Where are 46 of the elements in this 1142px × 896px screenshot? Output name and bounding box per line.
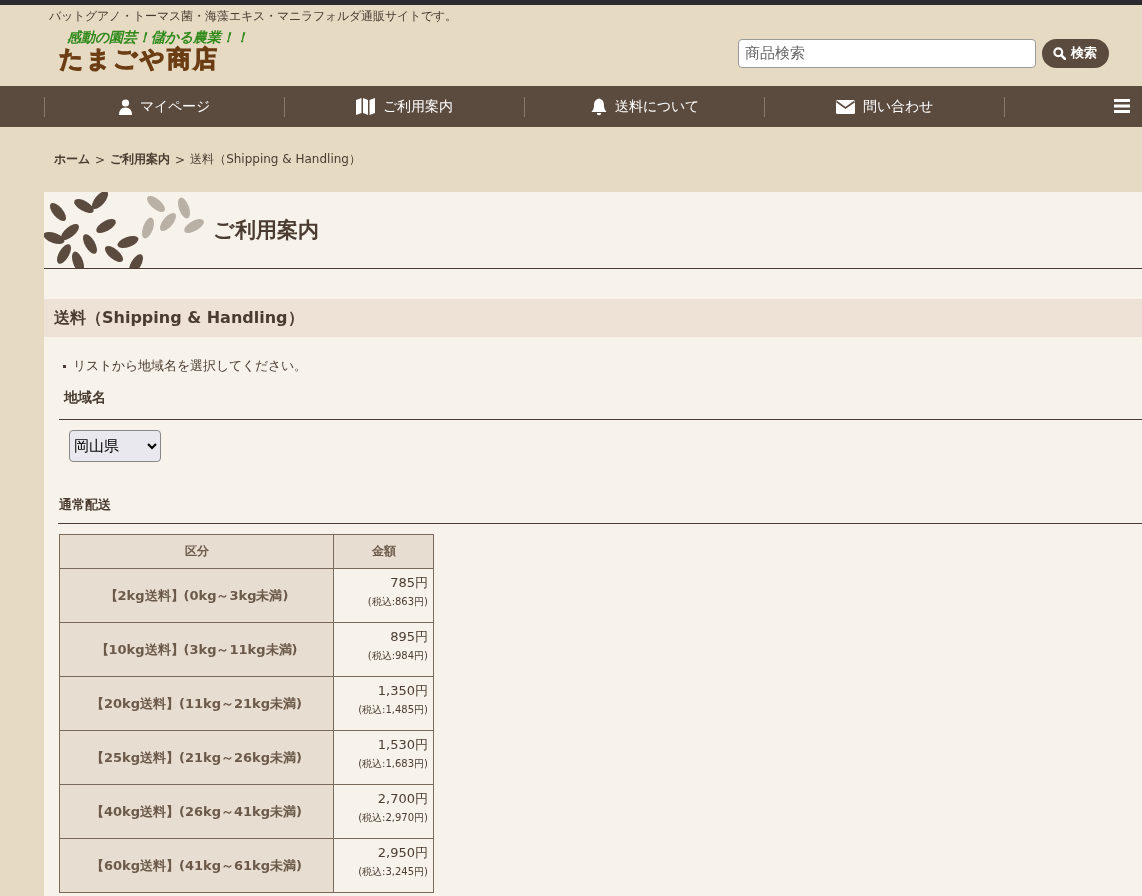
table-cell: 【2kg送料】(0kg～3kg未満) (59, 568, 334, 623)
section-title: 送料（Shipping & Handling） (44, 299, 1142, 337)
nav-link[interactable]: 問い合わせ (764, 96, 1004, 117)
map-icon (356, 98, 375, 115)
bullet-icon (63, 364, 66, 368)
nav-link[interactable]: 送料について (524, 96, 764, 117)
tax-included-text: (税込:863円) (366, 595, 428, 609)
price-text: 785円 (389, 574, 428, 592)
bell-icon (590, 97, 607, 116)
instruction-text: リストから地域名を選択してください。 (73, 357, 307, 375)
price-text: 2,950円 (376, 844, 428, 862)
search-button[interactable]: 検索 (1042, 38, 1109, 68)
table-cell: 【20kg送料】(11kg～21kg未満) (59, 676, 334, 731)
region-select[interactable]: 岡山県 (69, 430, 161, 462)
search-field[interactable]: 商品検索 (738, 38, 1036, 68)
nav-link[interactable]: ご利用案内 (284, 96, 524, 117)
price-text: 2,700円 (376, 790, 428, 808)
tax-included-text: (税込:984円) (366, 649, 428, 663)
column-header: 区分 (59, 534, 334, 569)
breadcrumb-link[interactable]: ご利用案内 (110, 151, 171, 168)
price-text: 1,350円 (376, 682, 428, 700)
nav-link[interactable]: マイページ (44, 96, 284, 117)
tax-included-text: (税込:3,245円) (357, 865, 428, 879)
breadcrumb-separator: > (95, 152, 106, 167)
region-label: 地域名 (59, 385, 1142, 420)
breadcrumb-current: 送料（Shipping & Handling） (190, 151, 361, 168)
table-cell: 【40kg送料】(26kg～41kg未満) (59, 784, 334, 839)
table-cell: 【25kg送料】(21kg～26kg未満) (59, 730, 334, 785)
menu-icon[interactable] (1114, 99, 1130, 113)
tagline: バットグアノ・トーマス菌・海藻エキス・マニラフォルダ通販サイトです。 (49, 8, 457, 25)
price-text: 895円 (389, 628, 428, 646)
table-cell: 【10kg送料】(3kg～11kg未満) (59, 622, 334, 677)
table-cell: 【60kg送料】(41kg～61kg未満) (59, 838, 334, 893)
person-icon (119, 98, 132, 115)
breadcrumb-separator: > (175, 152, 186, 167)
tax-included-text: (税込:1,485円) (357, 703, 428, 717)
tax-included-text: (税込:2,970円) (357, 811, 428, 825)
subsection-title: 通常配送 (58, 492, 1142, 524)
breadcrumb-link[interactable]: ホーム (54, 151, 90, 168)
search-icon (1053, 46, 1066, 60)
envelope-icon (836, 99, 855, 114)
tax-included-text: (税込:1,683円) (357, 757, 428, 771)
column-header: 金額 (333, 534, 434, 569)
page-title: ご利用案内 (213, 217, 319, 244)
store-logo[interactable]: 感動の園芸！儲かる農業！！ たまごや商店 (59, 29, 249, 71)
price-text: 1,530円 (376, 736, 428, 754)
